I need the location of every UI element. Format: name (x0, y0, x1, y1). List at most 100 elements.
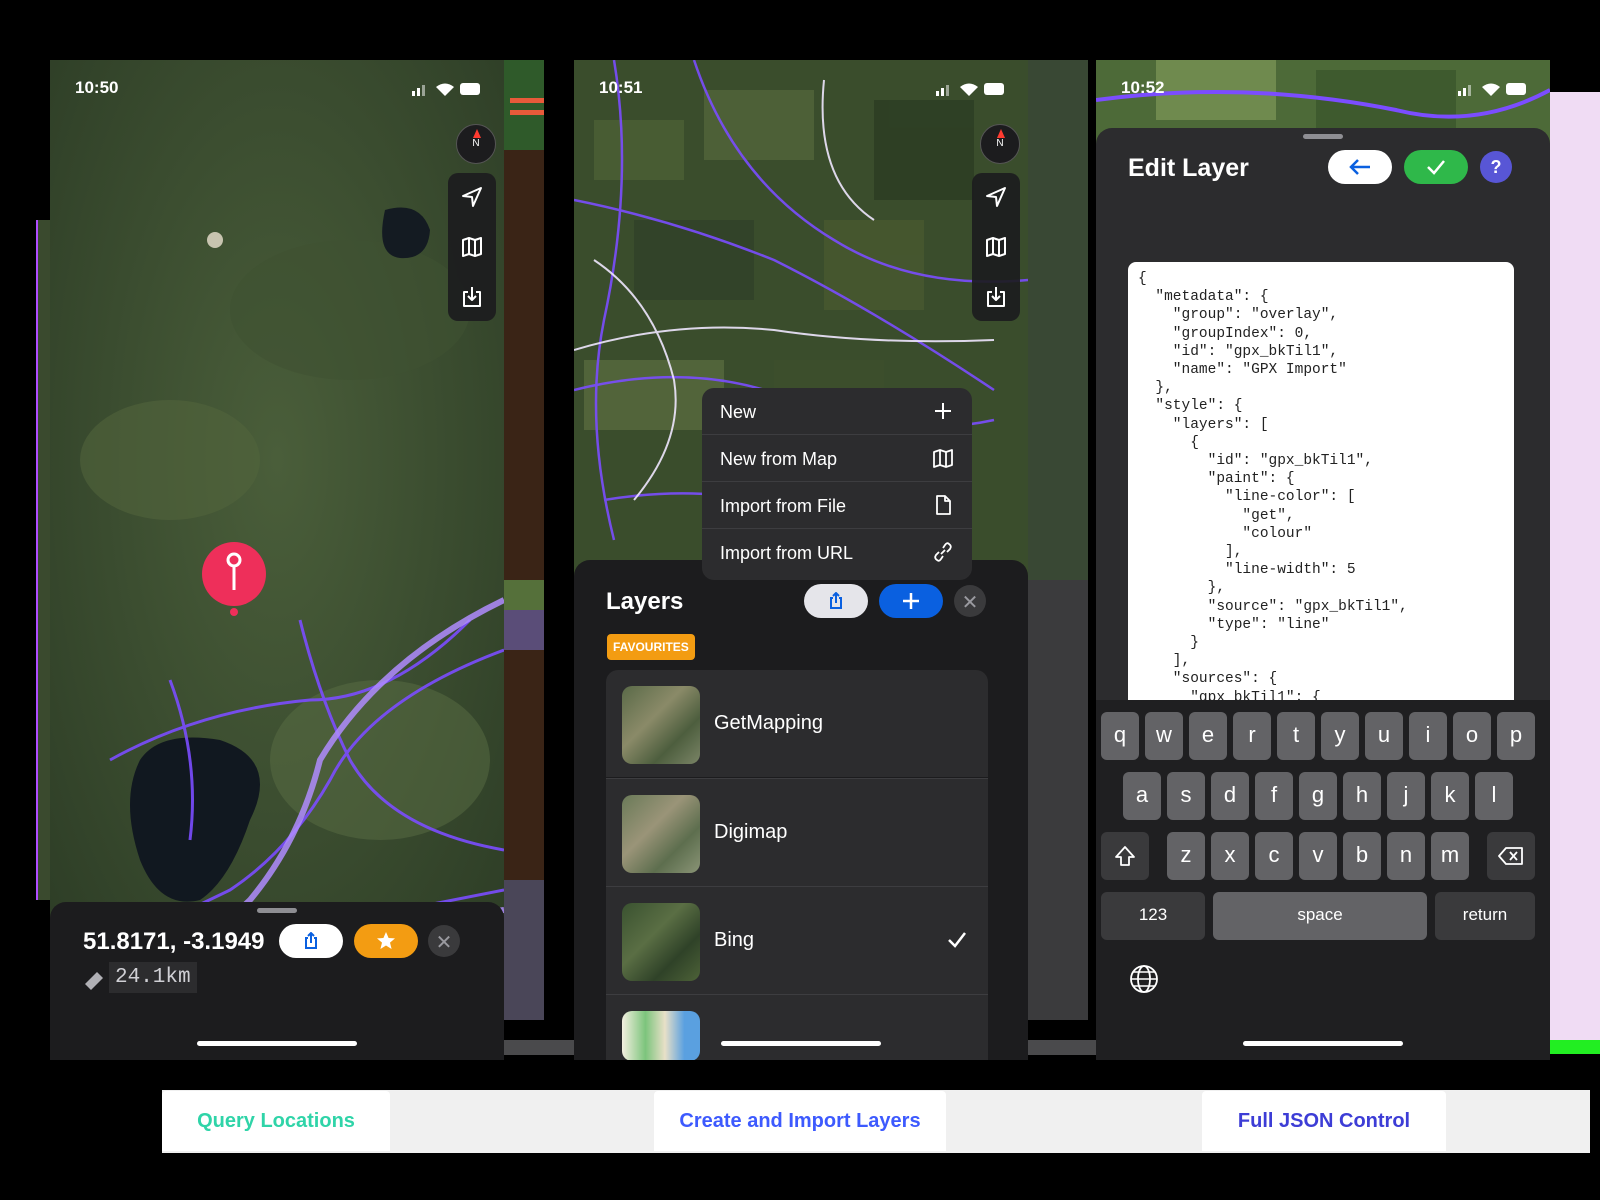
space-key[interactable]: space (1213, 892, 1427, 940)
key-j[interactable]: j (1387, 772, 1425, 820)
key-b[interactable]: b (1343, 832, 1381, 880)
help-button[interactable]: ? (1480, 151, 1512, 183)
key-e[interactable]: e (1189, 712, 1227, 760)
status-time: 10:52 (1121, 78, 1165, 97)
distance-text: 24.1km (109, 962, 197, 993)
key-s[interactable]: s (1167, 772, 1205, 820)
document-icon (936, 495, 951, 515)
home-indicator (197, 1041, 357, 1046)
key-g[interactable]: g (1299, 772, 1337, 820)
key-z[interactable]: z (1167, 832, 1205, 880)
edit-layer-title: Edit Layer (1128, 154, 1249, 182)
compass-label: N (472, 138, 480, 149)
add-layer-button[interactable] (879, 584, 943, 618)
share-button[interactable] (804, 584, 868, 618)
download-button[interactable] (448, 273, 496, 321)
key-q[interactable]: q (1101, 712, 1139, 760)
glitch-strip (504, 880, 544, 1020)
status-bar: 10:50 (50, 78, 504, 102)
layer-name: GetMapping (714, 712, 823, 734)
menu-item-import-file[interactable]: Import from File (702, 482, 972, 529)
caption-create-import-layers: Create and Import Layers (654, 1091, 946, 1151)
status-time: 10:50 (75, 78, 119, 97)
save-button[interactable] (1404, 150, 1468, 184)
layer-thumbnail (622, 686, 700, 764)
glitch-strip (504, 60, 544, 1020)
full-json-control-screen: 10:52 Edit Layer ? { "metadata": { "grou… (1096, 60, 1550, 1060)
numbers-key[interactable]: 123 (1101, 892, 1205, 940)
shift-key[interactable] (1101, 832, 1149, 880)
back-button[interactable] (1328, 150, 1392, 184)
map-icon (986, 237, 1006, 257)
key-h[interactable]: h (1343, 772, 1381, 820)
caption-full-json-control: Full JSON Control (1202, 1091, 1446, 1151)
coordinates-text: 51.8171, -3.1949 (83, 928, 265, 955)
checkmark-icon (948, 932, 966, 948)
key-f[interactable]: f (1255, 772, 1293, 820)
key-m[interactable]: m (1431, 832, 1469, 880)
globe-icon[interactable] (1129, 964, 1159, 994)
key-y[interactable]: y (1321, 712, 1359, 760)
glitch-strip (504, 580, 544, 610)
status-bar: 10:52 (1096, 78, 1550, 102)
menu-item-import-url[interactable]: Import from URL (702, 529, 972, 576)
key-u[interactable]: u (1365, 712, 1403, 760)
share-button[interactable] (279, 924, 343, 958)
key-x[interactable]: x (1211, 832, 1249, 880)
checkmark-icon (1427, 160, 1445, 175)
key-p[interactable]: p (1497, 712, 1535, 760)
layer-name: Bing (714, 929, 755, 951)
menu-item-new-from-map[interactable]: New from Map (702, 435, 972, 482)
compass-button[interactable]: N (980, 124, 1020, 164)
compass-label: N (996, 138, 1004, 149)
location-pin[interactable] (202, 542, 266, 606)
key-i[interactable]: i (1409, 712, 1447, 760)
layer-row[interactable] (606, 994, 988, 1060)
key-w[interactable]: w (1145, 712, 1183, 760)
key-r[interactable]: r (1233, 712, 1271, 760)
key-c[interactable]: c (1255, 832, 1293, 880)
status-bar: 10:51 (574, 78, 1028, 102)
glitch-strip (510, 98, 544, 103)
menu-item-label: Import from URL (720, 543, 854, 563)
ruler-icon (85, 972, 103, 990)
key-t[interactable]: t (1277, 712, 1315, 760)
map-toolbar (448, 173, 496, 321)
delete-key[interactable] (1487, 832, 1535, 880)
download-button[interactable] (972, 273, 1020, 321)
json-editor[interactable]: { "metadata": { "group": "overlay", "gro… (1128, 262, 1514, 758)
plus-icon (935, 403, 951, 419)
return-key[interactable]: return (1435, 892, 1535, 940)
status-icons (936, 83, 1004, 96)
layers-button[interactable] (448, 223, 496, 271)
compass-button[interactable]: N (456, 124, 496, 164)
menu-item-new[interactable]: New (702, 388, 972, 435)
key-o[interactable]: o (1453, 712, 1491, 760)
layers-title: Layers (606, 588, 684, 615)
key-v[interactable]: v (1299, 832, 1337, 880)
key-a[interactable]: a (1123, 772, 1161, 820)
layer-row[interactable]: GetMapping (606, 670, 988, 777)
backspace-icon (1498, 847, 1523, 865)
locate-button[interactable] (972, 173, 1020, 221)
share-icon (830, 592, 842, 609)
layers-button[interactable] (972, 223, 1020, 271)
key-l[interactable]: l (1475, 772, 1513, 820)
locate-button[interactable] (448, 173, 496, 221)
close-button[interactable]: ✕ (428, 925, 460, 957)
status-time: 10:51 (599, 78, 643, 97)
key-k[interactable]: k (1431, 772, 1469, 820)
close-button[interactable]: ✕ (954, 585, 986, 617)
sheet-grabber[interactable] (257, 908, 297, 913)
location-arrow-icon (986, 187, 1006, 207)
glitch-strip (1550, 92, 1600, 1040)
layer-row[interactable]: Bing (606, 886, 988, 994)
layers-sheet: Layers ✕ FAVOURITES GetMapping Digimap B… (574, 560, 1028, 1060)
key-n[interactable]: n (1387, 832, 1425, 880)
favourite-button[interactable] (354, 924, 418, 958)
download-tray-icon (987, 287, 1005, 307)
favourites-badge: FAVOURITES (607, 634, 695, 660)
key-d[interactable]: d (1211, 772, 1249, 820)
sheet-grabber[interactable] (1303, 134, 1343, 139)
layer-row[interactable]: Digimap (606, 778, 988, 886)
